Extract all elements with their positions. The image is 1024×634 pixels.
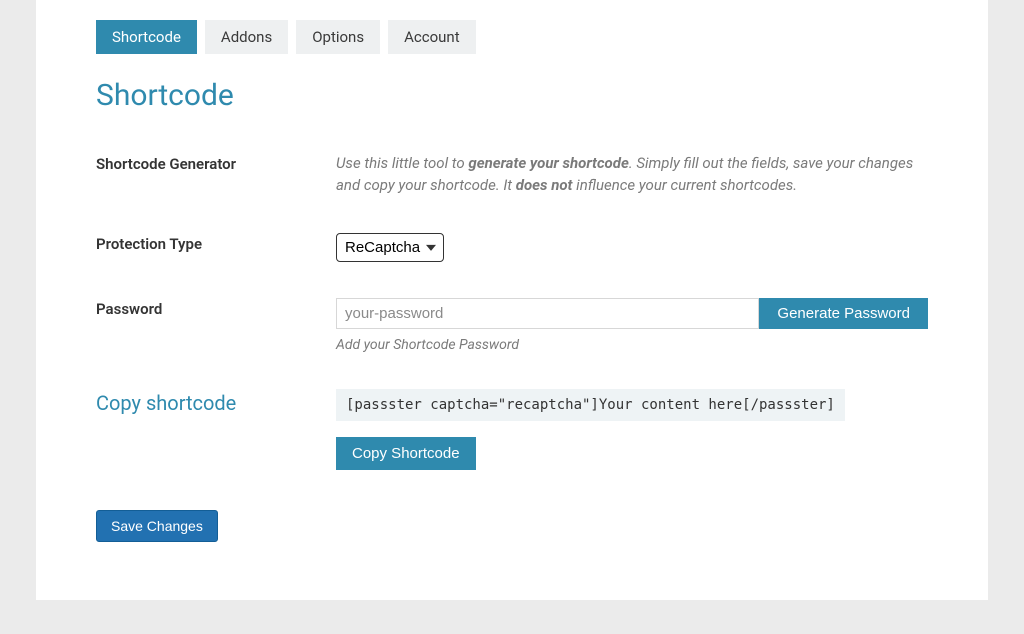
intro-bold-2: does not (516, 176, 573, 194)
tabs-nav: Shortcode Addons Options Account (96, 20, 928, 54)
password-input[interactable] (336, 298, 759, 329)
page-title: Shortcode (96, 78, 928, 113)
intro-bold-1: generate your shortcode (468, 154, 628, 172)
password-helper: Add your Shortcode Password (336, 337, 928, 353)
tab-addons[interactable]: Addons (205, 20, 288, 54)
copy-shortcode-button[interactable]: Copy Shortcode (336, 437, 476, 470)
settings-page: Shortcode Addons Options Account Shortco… (36, 0, 988, 600)
row-generator: Shortcode Generator Use this little tool… (96, 153, 928, 197)
label-generator: Shortcode Generator (96, 153, 336, 173)
save-changes-button[interactable]: Save Changes (96, 510, 218, 542)
tab-options[interactable]: Options (296, 20, 380, 54)
label-password: Password (96, 298, 336, 318)
row-password: Password Generate Password Add your Shor… (96, 298, 928, 353)
protection-select-wrap: ReCaptcha (336, 233, 444, 262)
tab-account[interactable]: Account (388, 20, 476, 54)
tab-shortcode[interactable]: Shortcode (96, 20, 197, 54)
shortcode-output[interactable]: [passster captcha="recaptcha"]Your conte… (336, 389, 845, 421)
protection-type-select[interactable]: ReCaptcha (336, 233, 444, 262)
label-copy-shortcode: Copy shortcode (96, 389, 336, 415)
row-copy-shortcode: Copy shortcode [passster captcha="recapt… (96, 389, 928, 470)
intro-post: influence your current shortcodes. (572, 176, 797, 194)
row-protection-type: Protection Type ReCaptcha (96, 233, 928, 262)
generate-password-button[interactable]: Generate Password (759, 298, 928, 329)
label-protection-type: Protection Type (96, 233, 336, 253)
intro-pre: Use this little tool to (336, 154, 468, 172)
generator-intro: Use this little tool to generate your sh… (336, 153, 928, 197)
